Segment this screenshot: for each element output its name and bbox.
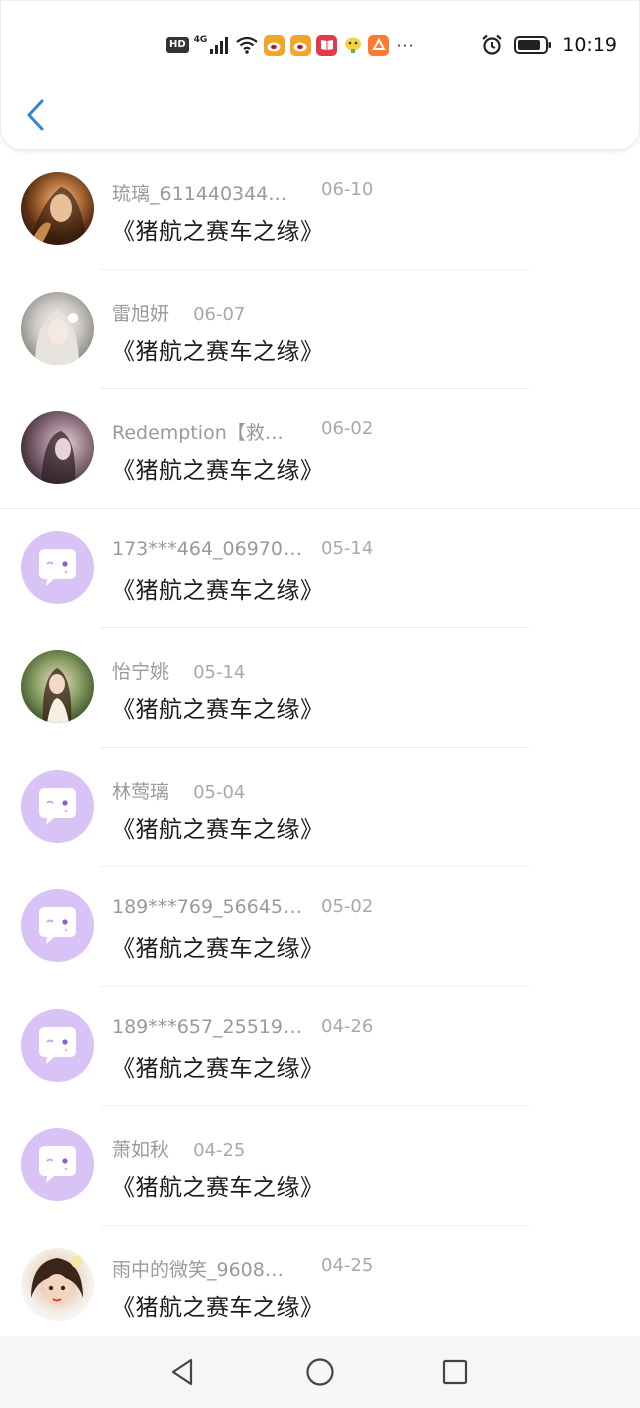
message-meta: 雨中的微笑_9608… 04-25: [112, 1255, 373, 1282]
message-date: 04-26: [321, 1015, 374, 1037]
chat-bubble-icon: [39, 787, 76, 825]
message-meta: Redemption【救… 06-02: [112, 418, 373, 445]
message-meta: 怡宁姚 05-14: [112, 657, 245, 684]
sender-name: 琉璃_611440344…: [112, 183, 288, 205]
message-meta: 189***769_56645… 05-02: [112, 896, 373, 918]
clock: 10:19: [562, 34, 617, 56]
sender-name: Redemption【救…: [112, 422, 284, 444]
signal-4g-icon: 4G: [194, 36, 231, 54]
avatar[interactable]: [21, 411, 94, 484]
message-meta: 林莺璃 05-04: [112, 777, 245, 804]
message-date: 05-04: [193, 781, 246, 803]
avatar[interactable]: [21, 650, 94, 723]
hd-icon: HD: [166, 37, 189, 53]
chat-bubble-icon: [39, 1146, 76, 1183]
list-item[interactable]: 萧如秋 04-25 《猪航之赛车之缘》: [0, 1106, 640, 1226]
message-date: 06-02: [321, 418, 374, 439]
sender-name: 173***464_06970…: [112, 537, 302, 560]
message-title: 《猪航之赛车之缘》: [112, 697, 324, 723]
navigation-bar: [0, 1336, 640, 1408]
message-meta: 萧如秋 04-25: [112, 1135, 245, 1162]
sender-name: 林莺璃: [112, 780, 170, 803]
sender-name: 萧如秋: [112, 1139, 170, 1161]
message-meta: 雷旭妍 06-07: [112, 299, 245, 326]
default-avatar[interactable]: [21, 769, 94, 843]
battery-icon: [514, 36, 552, 54]
default-avatar[interactable]: [21, 1128, 94, 1201]
list-item[interactable]: Redemption【救… 06-02 《猪航之赛车之缘》: [0, 389, 640, 509]
sender-name: 雷旭妍: [112, 302, 170, 325]
message-meta: 189***657_25519… 04-26: [112, 1015, 373, 1038]
message-title: 《猪航之赛车之缘》: [112, 816, 324, 843]
avatar[interactable]: [21, 1247, 94, 1321]
message-date: 05-02: [321, 896, 374, 917]
message-title: 《猪航之赛车之缘》: [112, 1175, 324, 1201]
avatar[interactable]: [21, 291, 94, 365]
home-circle-icon[interactable]: [302, 1354, 338, 1390]
default-avatar[interactable]: [21, 1008, 94, 1082]
back-button[interactable]: [19, 95, 55, 135]
status-icons-right: 10:19: [480, 31, 617, 59]
sender-name: 怡宁姚: [112, 661, 170, 683]
wifi-icon: [236, 36, 259, 54]
recents-square-icon[interactable]: [437, 1354, 473, 1390]
weibo-icon: [264, 34, 286, 56]
message-meta: 173***464_06970… 05-14: [112, 537, 373, 560]
message-date: 05-14: [193, 662, 246, 683]
list-item[interactable]: 173***464_06970… 05-14 《猪航之赛车之缘》: [0, 509, 640, 628]
message-list: 琉璃_611440344… 06-10 《猪航之赛车之缘》 雷旭妍 06-07 …: [0, 150, 640, 1345]
message-date: 04-25: [321, 1254, 374, 1276]
list-item[interactable]: 雨中的微笑_9608… 04-25 《猪航之赛车之缘》: [0, 1226, 640, 1346]
message-title: 《猪航之赛车之缘》: [112, 458, 324, 484]
more-icon: ···: [396, 35, 415, 55]
message-title: 《猪航之赛车之缘》: [112, 1055, 324, 1082]
status-icons-left: HD 4G ···: [166, 33, 415, 57]
list-item[interactable]: 琉璃_611440344… 06-10 《猪航之赛车之缘》: [0, 150, 640, 270]
book-app-icon: [316, 34, 338, 56]
avatar[interactable]: [21, 172, 94, 245]
list-item[interactable]: 189***769_56645… 05-02 《猪航之赛车之缘》: [0, 867, 640, 987]
default-avatar[interactable]: [21, 889, 94, 962]
weibo-icon: [290, 34, 312, 56]
message-title: 《猪航之赛车之缘》: [112, 936, 324, 962]
list-item[interactable]: 雷旭妍 06-07 《猪航之赛车之缘》: [0, 270, 640, 389]
message-date: 06-10: [321, 179, 374, 200]
list-item[interactable]: 怡宁姚 05-14 《猪航之赛车之缘》: [0, 628, 640, 748]
chat-bubble-icon: [39, 907, 76, 944]
message-title: 《猪航之赛车之缘》: [112, 219, 324, 245]
message-title: 《猪航之赛车之缘》: [112, 577, 324, 604]
message-title: 《猪航之赛车之缘》: [112, 1294, 324, 1321]
top-bar: HD 4G ··· 10:19: [0, 0, 640, 150]
tieba-icon: [342, 35, 363, 56]
message-date: 05-14: [321, 537, 374, 559]
chat-bubble-icon: [39, 548, 76, 586]
chat-bubble-icon: [39, 1026, 76, 1064]
message-meta: 琉璃_611440344… 06-10: [112, 179, 373, 206]
list-item[interactable]: 189***657_25519… 04-26 《猪航之赛车之缘》: [0, 987, 640, 1106]
alarm-icon: [482, 34, 502, 55]
list-item[interactable]: 林莺璃 05-04 《猪航之赛车之缘》: [0, 748, 640, 867]
default-avatar[interactable]: [21, 530, 94, 604]
back-triangle-icon[interactable]: [165, 1354, 201, 1390]
taobao-icon: [368, 34, 390, 56]
sender-name: 189***769_56645…: [112, 896, 302, 918]
message-date: 04-25: [193, 1140, 246, 1161]
message-title: 《猪航之赛车之缘》: [112, 338, 324, 365]
status-bar: HD 4G ··· 10:19: [1, 27, 640, 63]
sender-name: 雨中的微笑_9608…: [112, 1258, 284, 1281]
message-date: 06-07: [193, 303, 246, 325]
sender-name: 189***657_25519…: [112, 1015, 302, 1038]
